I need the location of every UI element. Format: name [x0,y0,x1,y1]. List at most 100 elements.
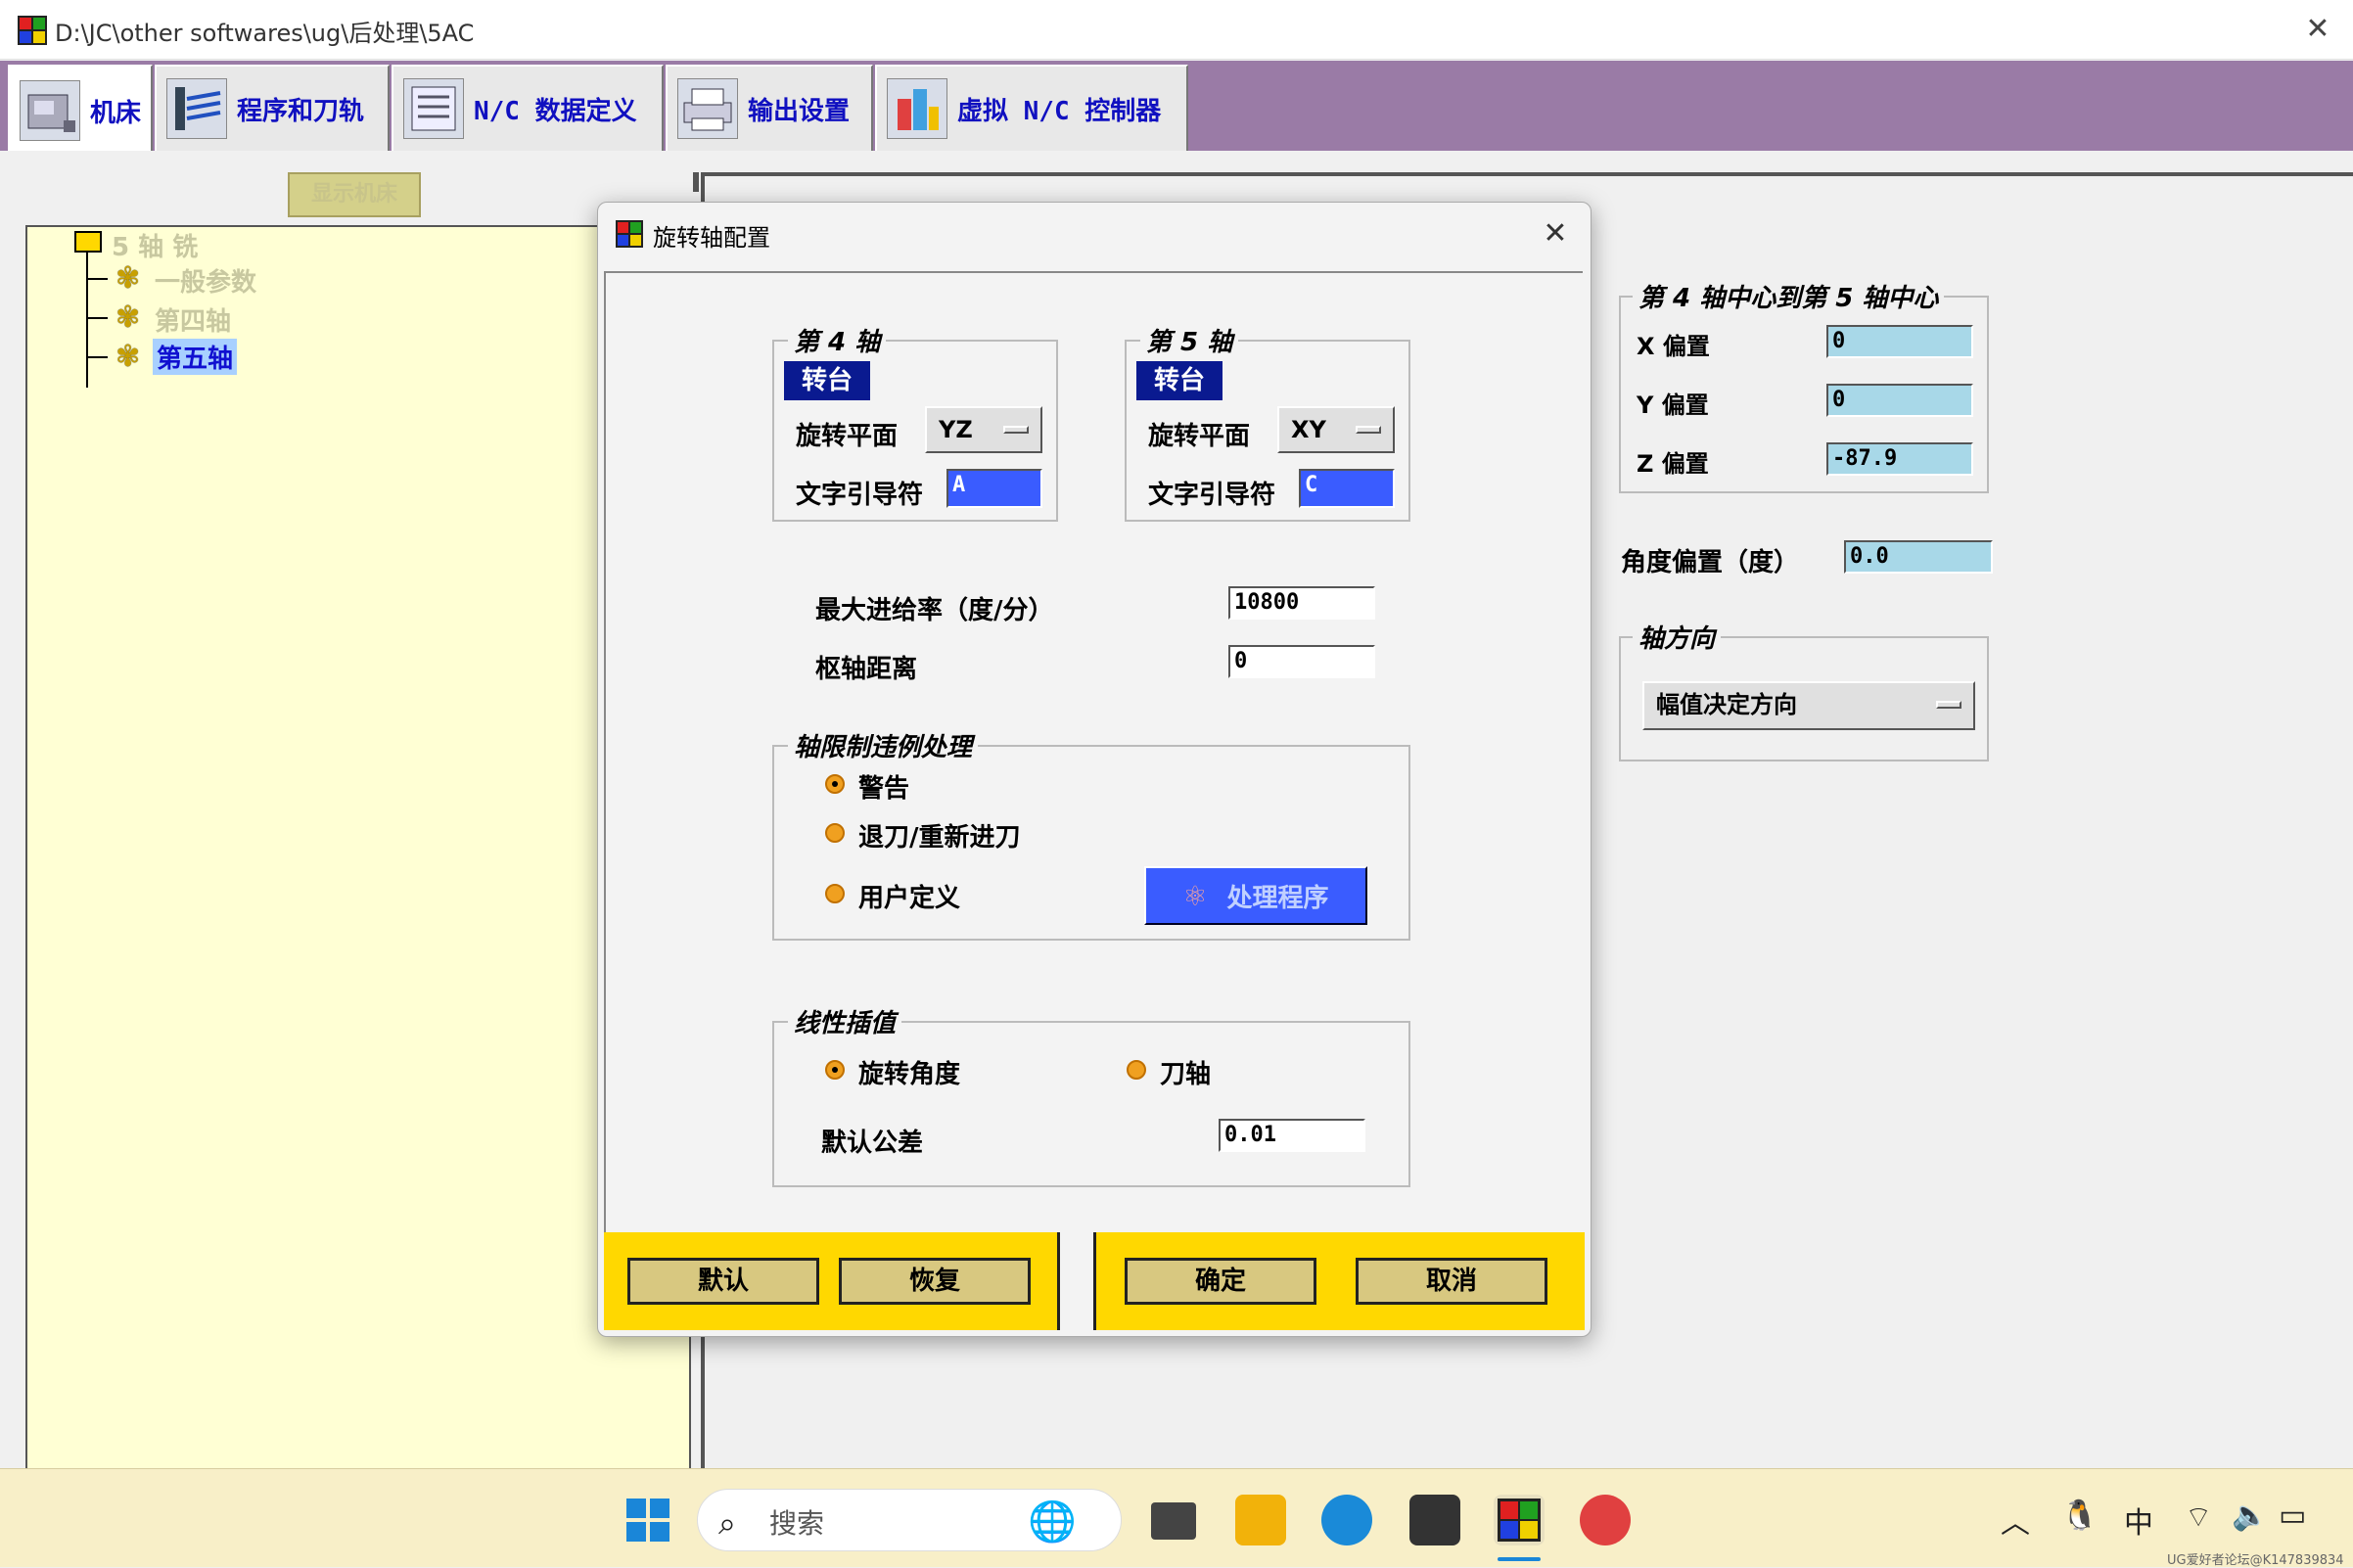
terminal-icon[interactable] [1409,1495,1460,1545]
postbuilder-app-icon[interactable] [1494,1495,1545,1545]
tree-item-general[interactable]: 一般参数 [155,262,256,299]
radio-user-defined-label: 用户定义 [858,884,961,913]
combo-value: XY [1291,416,1326,443]
ime-indicator[interactable]: 中 [2124,1499,2153,1542]
max-feed-label: 最大进给率（度/分） [815,596,1054,625]
tree-item-axis4[interactable]: 第四轴 [155,301,231,338]
x-offset-label: X 偏置 [1637,333,1710,360]
folder-icon [74,231,102,253]
z-offset-label: Z 偏置 [1637,450,1709,478]
radio-user-defined[interactable] [825,884,845,903]
gear-icon: ✾ [115,340,141,374]
globe-icon: 🌐 [1028,1499,1077,1545]
window-close-button[interactable]: ✕ [2300,12,2335,47]
search-icon: ⌕ [718,1504,736,1542]
radio-tool-axis-label: 刀轴 [1160,1060,1212,1089]
tolerance-field[interactable]: 0.01 [1219,1119,1365,1152]
chevron-down-icon [1356,426,1381,434]
pivot-distance-label: 枢轴距离 [815,655,918,684]
axis5-legend: 第 5 轴 [1140,322,1239,358]
pinned-app-icon[interactable] [1580,1495,1631,1545]
axis5-plane-combo[interactable]: XY [1277,406,1395,453]
radio-rotary-angle-label: 旋转角度 [858,1060,961,1089]
windows-start-icon[interactable] [623,1495,673,1545]
nc-data-icon [403,78,464,139]
tab-label: 程序和刀轨 [237,96,365,126]
chevron-up-icon[interactable]: ︿ [2001,1499,2030,1542]
y-offset-field[interactable]: 0 [1826,384,1973,417]
axis4-plane-label: 旋转平面 [796,422,899,451]
axis-direction-combo[interactable]: 幅值决定方向 [1642,681,1975,730]
axis-center-legend: 第 4 轴中心到第 5 轴中心 [1633,278,1945,314]
wifi-icon[interactable]: ⌔ [2185,1499,2212,1536]
axis4-leader-label: 文字引导符 [796,481,924,510]
axis5-leader-field[interactable]: C [1299,469,1395,508]
edge-browser-icon[interactable] [1321,1495,1372,1545]
process-program-label: 处理程序 [1226,883,1329,913]
tab-label: 虚拟 N/C 控制器 [957,96,1162,126]
cancel-button[interactable]: 取消 [1356,1258,1547,1305]
volume-icon[interactable]: 🔈 [2232,1499,2268,1533]
app-icon [616,220,643,248]
chevron-down-icon [1003,426,1029,434]
tab-nc-data[interactable]: N/C 数据定义 [392,65,664,151]
chevron-down-icon [1936,701,1961,709]
tab-label: N/C 数据定义 [474,96,637,126]
max-feed-field[interactable]: 10800 [1228,586,1375,620]
axis4-plane-combo[interactable]: YZ [925,406,1042,453]
tab-program-toolpath[interactable]: 程序和刀轨 [155,65,390,151]
axis5-type-badge[interactable]: 转台 [1136,361,1223,400]
x-offset-field[interactable]: 0 [1826,325,1973,358]
tab-output-settings[interactable]: 输出设置 [666,65,873,151]
axis5-plane-label: 旋转平面 [1148,422,1251,451]
radio-warning-label: 警告 [858,774,910,804]
radio-retract[interactable] [825,823,845,843]
ok-button[interactable]: 确定 [1125,1258,1316,1305]
radio-warning[interactable] [825,774,845,794]
show-machine-button[interactable]: 显示机床 [288,172,421,217]
angle-offset-field[interactable]: 0.0 [1844,540,1993,574]
printer-icon [677,78,738,139]
pivot-distance-field[interactable]: 0 [1228,645,1375,678]
radio-retract-label: 退刀/重新进刀 [858,823,1021,853]
radio-tool-axis[interactable] [1127,1060,1146,1080]
tree-item-axis5[interactable]: 第五轴 [153,339,238,375]
active-indicator [1498,1557,1541,1561]
combo-value: 幅值决定方向 [1656,691,1797,718]
combo-value: YZ [939,416,973,443]
program-toolpath-icon [166,78,227,139]
z-offset-field[interactable]: -87.9 [1826,442,1973,476]
dialog-close-button[interactable]: ✕ [1536,214,1575,254]
battery-icon[interactable]: ▭ [2279,1499,2306,1533]
tab-label: 机床 [90,98,142,128]
tab-machine[interactable]: 机床 [8,65,153,155]
axis4-leader-field[interactable]: A [946,469,1042,508]
axis4-legend: 第 4 轴 [788,322,887,358]
limit-violation-legend: 轴限制违例处理 [788,727,979,763]
task-view-icon[interactable] [1151,1502,1196,1540]
tab-virtual-nc-controller[interactable]: 虚拟 N/C 控制器 [875,65,1188,151]
tree-panel: 5 轴 铣 ✾ 一般参数 ✾ 第四轴 ✾ 第五轴 [25,225,691,1476]
default-button[interactable]: 默认 [627,1258,819,1305]
molecule-icon: ⚛ [1182,879,1208,912]
angle-offset-label: 角度偏置（度） [1621,548,1800,577]
machine-icon [20,80,80,141]
y-offset-label: Y 偏置 [1637,392,1709,419]
rotary-axis-dialog: 旋转轴配置 ✕ 第 4 轴 转台 旋转平面 YZ 文字引导符 A 第 5 轴 转… [597,202,1592,1337]
title-bar: D:\JC\other softwares\ug\后处理\5AC ✕ [0,0,2353,60]
linear-interp-group [772,1021,1410,1187]
gear-icon: ✾ [115,300,141,335]
taskbar: ⌕ 搜索 🌐 ︿ 🐧 中 ⌔ 🔈 ▭ UG爱好者论坛@K147839834 [0,1468,2353,1568]
app-icon [18,16,47,45]
process-program-button[interactable]: ⚛ 处理程序 [1144,866,1367,925]
restore-button[interactable]: 恢复 [839,1258,1031,1305]
file-explorer-icon[interactable] [1235,1495,1286,1545]
axis5-leader-label: 文字引导符 [1148,481,1276,510]
tolerance-label: 默认公差 [821,1129,924,1158]
tree-root[interactable]: 5 轴 铣 [112,227,198,263]
radio-rotary-angle[interactable] [825,1060,845,1080]
linear-interp-legend: 线性插值 [788,1003,902,1039]
axis4-type-badge[interactable]: 转台 [784,361,871,400]
qq-icon[interactable]: 🐧 [2061,1499,2098,1533]
window-title: D:\JC\other softwares\ug\后处理\5AC [55,20,475,47]
